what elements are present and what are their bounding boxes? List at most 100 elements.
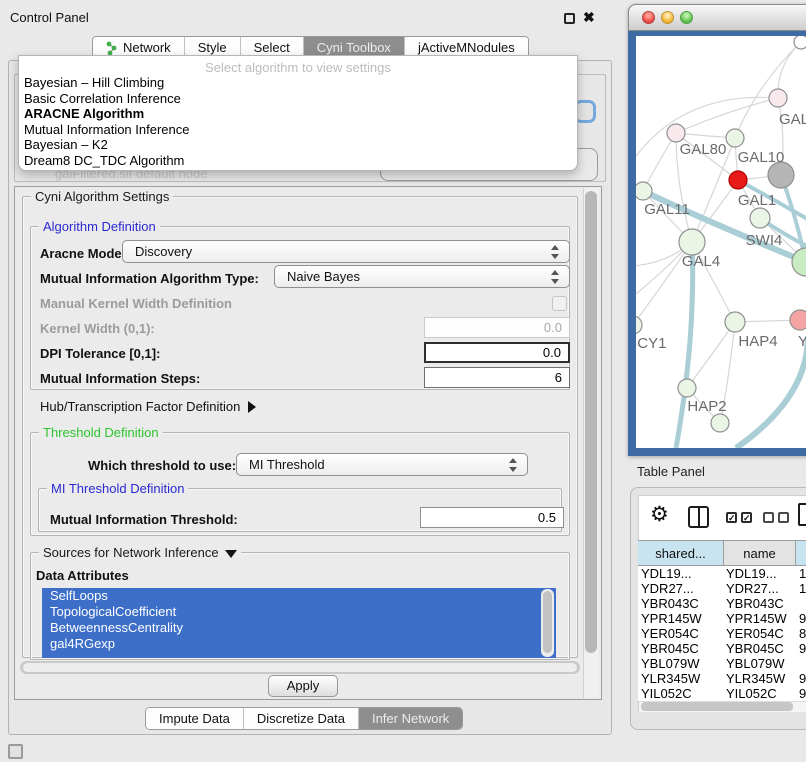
table-cell[interactable]: YBL079W [724, 656, 796, 671]
algorithm-option-mutual-information-inference[interactable]: Mutual Information Inference [19, 122, 577, 138]
which-threshold-select[interactable]: MI Threshold [236, 453, 528, 476]
algorithm-option-dream8-dc-tdc-algorithm[interactable]: Dream8 DC_TDC Algorithm [19, 153, 577, 169]
network-node[interactable] [792, 248, 806, 276]
attribute-item-betweennesscentrality[interactable]: BetweennessCentrality [42, 620, 556, 636]
table-row[interactable]: YDL19...YDL19...13 [638, 566, 806, 581]
stepper-icon [509, 458, 518, 472]
network-edge[interactable] [736, 336, 806, 448]
table-cell[interactable]: 9. [796, 611, 806, 626]
aracne-mode-select[interactable]: Discovery [122, 240, 570, 263]
table-cell[interactable]: YIL052C [638, 686, 724, 701]
deselect-all-icon[interactable] [763, 512, 789, 523]
select-all-icon[interactable]: ✓✓ [726, 512, 752, 523]
table-cell[interactable]: YIL052C [724, 686, 796, 701]
network-node[interactable] [636, 316, 642, 334]
table-hscrollbar-thumb[interactable] [641, 702, 793, 711]
apply-button[interactable]: Apply [268, 675, 338, 697]
network-node[interactable] [636, 182, 652, 200]
mi-threshold-input[interactable]: 0.5 [420, 507, 564, 528]
column-header-name[interactable]: name [724, 541, 796, 565]
list-scrollbar-thumb[interactable] [543, 591, 552, 653]
algorithm-option-basic-correlation-inference[interactable]: Basic Correlation Inference [19, 91, 577, 107]
algorithm-option-bayesian-k2[interactable]: Bayesian – K2 [19, 137, 577, 153]
network-node[interactable] [794, 36, 806, 49]
table-cell[interactable]: YDL19... [724, 566, 796, 581]
table-row[interactable]: YBL079WYBL079W [638, 656, 806, 671]
table-cell[interactable]: 13 [796, 566, 806, 581]
table-row[interactable]: YPR145WYPR145W9. [638, 611, 806, 626]
table-row[interactable]: YDR27...YDR27...12 [638, 581, 806, 596]
algorithm-option-bayesian-hill-climbing[interactable]: Bayesian – Hill Climbing [19, 75, 577, 91]
close-icon[interactable]: ✖ [583, 9, 595, 26]
network-edge[interactable] [676, 98, 778, 133]
network-node[interactable] [726, 129, 744, 147]
table-cell[interactable] [796, 656, 806, 671]
group-title[interactable]: Sources for Network Inference [39, 545, 241, 560]
table-cell[interactable]: YLR345W [638, 671, 724, 686]
table-cell[interactable]: YPR145W [638, 611, 724, 626]
mi-type-select[interactable]: Naive Bayes [274, 265, 570, 288]
network-node[interactable] [678, 379, 696, 397]
document-icon[interactable] [798, 503, 806, 526]
attribute-item-selfloops[interactable]: SelfLoops [42, 588, 556, 604]
network-node[interactable] [769, 89, 787, 107]
table-cell[interactable]: YBR045C [724, 641, 796, 656]
manual-kernel-label: Manual Kernel Width Definition [40, 296, 232, 311]
network-node[interactable] [667, 124, 685, 142]
column-header-shared-name[interactable]: shared... [638, 541, 724, 565]
mi-steps-input[interactable]: 6 [424, 367, 570, 388]
dock-icon[interactable] [8, 744, 23, 759]
table-row[interactable]: YIL052CYIL052C9 [638, 686, 806, 701]
data-attributes-list[interactable]: SelfLoopsTopologicalCoefficientBetweenne… [42, 588, 556, 658]
network-node[interactable] [790, 310, 806, 330]
zoom-window-icon[interactable] [680, 11, 693, 24]
minimize-window-icon[interactable] [661, 11, 674, 24]
gear-icon[interactable]: ⚙ [650, 504, 669, 525]
network-canvas[interactable]: GALGAL80GAL10GAL1GAL11SWI4GAL4GCY1HAP4YH… [636, 36, 806, 448]
table-cell[interactable]: YBL079W [638, 656, 724, 671]
table-cell[interactable]: YDL19... [638, 566, 724, 581]
table-row[interactable]: YER054CYER054C8. [638, 626, 806, 641]
panel-title: Control Panel [10, 10, 89, 25]
horizontal-scrollbar-thumb[interactable] [23, 663, 577, 672]
network-node[interactable] [711, 414, 729, 432]
table-cell[interactable]: YER054C [638, 626, 724, 641]
table-cell[interactable] [796, 596, 806, 611]
column-header-partial[interactable] [796, 541, 806, 565]
network-node[interactable] [725, 312, 745, 332]
attribute-item-gal4rgexp[interactable]: gal4RGexp [42, 636, 556, 652]
table-cell[interactable]: YPR145W [724, 611, 796, 626]
table-row[interactable]: YBR045CYBR045C9. [638, 641, 806, 656]
table-cell[interactable]: YLR345W [724, 671, 796, 686]
vertical-scrollbar-thumb[interactable] [585, 191, 597, 653]
table-cell[interactable]: YDR27... [724, 581, 796, 596]
manual-kernel-checkbox[interactable] [552, 296, 567, 311]
tab-infer-network[interactable]: Infer Network [358, 708, 462, 729]
dpi-tolerance-input[interactable]: 0.0 [424, 342, 570, 363]
table-cell[interactable]: YBR045C [638, 641, 724, 656]
tab-impute-data[interactable]: Impute Data [146, 708, 243, 729]
table-cell[interactable]: 9 [796, 686, 806, 701]
table-row[interactable]: YBR043CYBR043C [638, 596, 806, 611]
table-cell[interactable]: YBR043C [638, 596, 724, 611]
table-cell[interactable]: 9. [796, 641, 806, 656]
network-node[interactable] [679, 229, 705, 255]
network-node[interactable] [729, 171, 747, 189]
table-cell[interactable]: YBR043C [724, 596, 796, 611]
tab-discretize-data[interactable]: Discretize Data [243, 708, 358, 729]
table-cell[interactable]: 12 [796, 581, 806, 596]
table-cell[interactable]: 8. [796, 626, 806, 641]
table-cell[interactable]: YER054C [724, 626, 796, 641]
network-node[interactable] [750, 208, 770, 228]
attribute-item-topologicalcoefficient[interactable]: TopologicalCoefficient [42, 604, 556, 620]
kernel-width-input[interactable]: 0.0 [424, 317, 570, 338]
algorithm-option-aracne-algorithm[interactable]: ARACNE Algorithm [19, 106, 577, 122]
table-row[interactable]: YLR345WYLR345W9. [638, 671, 806, 686]
table-cell[interactable]: YDR27... [638, 581, 724, 596]
split-columns-icon[interactable] [688, 506, 709, 528]
table-cell[interactable]: 9. [796, 671, 806, 686]
network-edge[interactable] [676, 242, 693, 448]
float-panel-icon[interactable] [564, 13, 575, 24]
close-window-icon[interactable] [642, 11, 655, 24]
hub-definition-toggle[interactable]: Hub/Transcription Factor Definition [40, 399, 256, 414]
